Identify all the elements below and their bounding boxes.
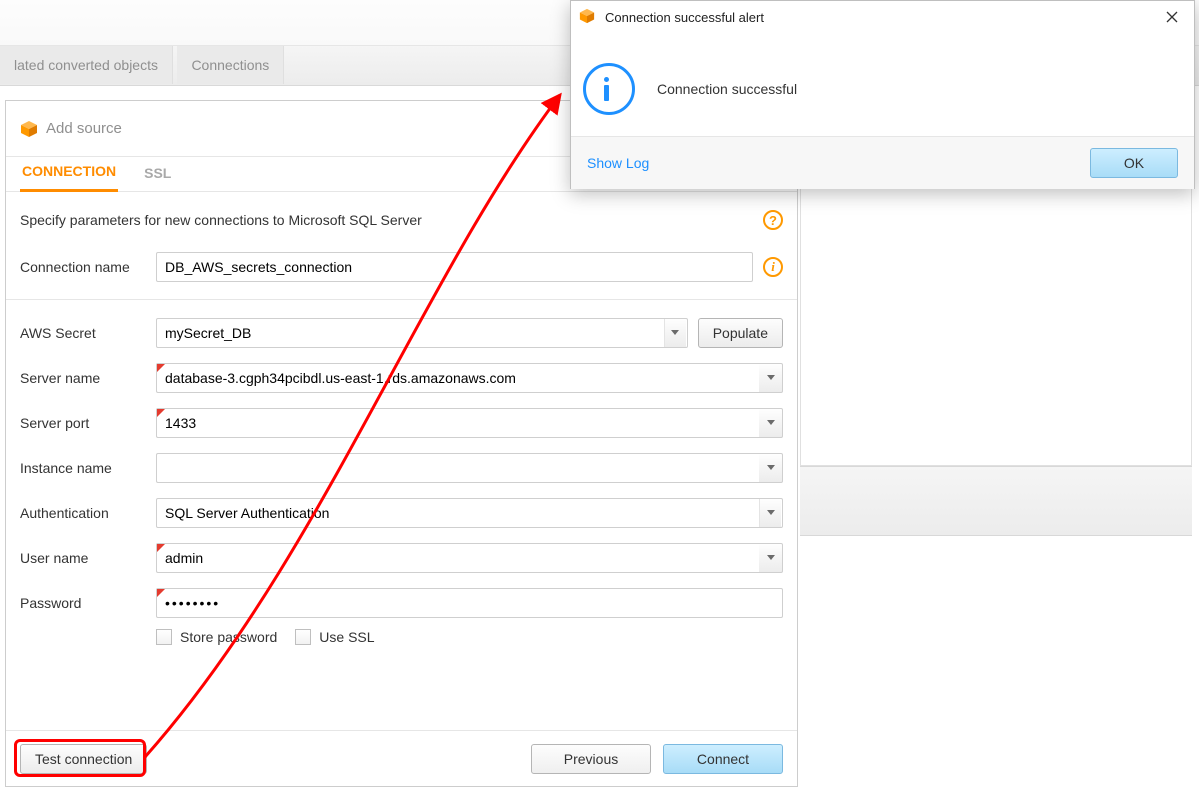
populate-button[interactable]: Populate [698,318,783,348]
instance-name-label: Instance name [20,460,156,476]
alert-title: Connection successful alert [605,10,1160,25]
use-ssl-checkbox[interactable]: Use SSL [295,629,374,645]
checkbox-icon [156,629,172,645]
required-mark-icon [157,589,165,597]
chevron-down-icon[interactable] [759,453,783,483]
authentication-select[interactable]: SQL Server Authentication [156,498,783,528]
checkbox-icon [295,629,311,645]
wizard-title: Add source [46,120,122,137]
previous-button[interactable]: Previous [531,744,651,774]
add-source-wizard: Add source CONNECTION SSL Specify parame… [5,100,798,787]
cube-icon [579,8,597,26]
show-log-link[interactable]: Show Log [587,155,649,171]
instance-name-field[interactable] [156,453,759,483]
username-label: User name [20,550,156,566]
username-field[interactable] [156,543,759,573]
server-port-field[interactable] [156,408,759,438]
server-port-label: Server port [20,415,156,431]
alert-titlebar: Connection successful alert [571,1,1194,33]
close-icon[interactable] [1160,5,1184,29]
authentication-value: SQL Server Authentication [165,499,329,527]
tab-ssl[interactable]: SSL [142,157,173,191]
chevron-down-icon[interactable] [759,363,783,393]
connection-name-label: Connection name [20,259,156,275]
chevron-down-icon[interactable] [759,408,783,438]
alert-body: Connection successful [571,33,1194,137]
aws-secret-value: mySecret_DB [165,319,251,347]
help-icon[interactable]: ? [763,210,783,230]
separator-line [6,299,797,300]
store-password-label: Store password [180,629,277,645]
chevron-down-icon[interactable] [759,543,783,573]
form-area: Specify parameters for new connections t… [6,192,797,645]
required-mark-icon [157,544,165,552]
required-mark-icon [157,364,165,372]
chevron-down-icon[interactable] [664,319,686,347]
connect-button[interactable]: Connect [663,744,783,774]
tab-connection[interactable]: CONNECTION [20,155,118,192]
required-mark-icon [157,409,165,417]
tab-converted-objects[interactable]: lated converted objects [0,46,173,84]
aws-secret-select[interactable]: mySecret_DB [156,318,688,348]
authentication-label: Authentication [20,505,156,521]
info-icon[interactable]: i [763,257,783,277]
info-icon [583,63,635,115]
wizard-footer: Test connection Previous Connect [6,730,797,786]
tab-connections[interactable]: Connections [177,46,284,84]
chevron-down-icon[interactable] [759,499,781,527]
cube-icon [20,120,38,138]
server-name-label: Server name [20,370,156,386]
right-panel-mid [800,466,1192,536]
connection-name-field[interactable] [156,252,753,282]
password-field[interactable] [156,588,783,618]
alert-footer: Show Log OK [571,137,1194,189]
alert-message: Connection successful [657,81,797,97]
password-label: Password [20,595,156,611]
aws-secret-label: AWS Secret [20,325,156,341]
store-password-checkbox[interactable]: Store password [156,629,277,645]
server-name-field[interactable] [156,363,759,393]
connection-successful-alert: Connection successful alert Connection s… [570,0,1195,189]
test-connection-button[interactable]: Test connection [20,744,147,774]
instruction-text: Specify parameters for new connections t… [20,212,422,228]
use-ssl-label: Use SSL [319,629,374,645]
ok-button[interactable]: OK [1090,148,1178,178]
